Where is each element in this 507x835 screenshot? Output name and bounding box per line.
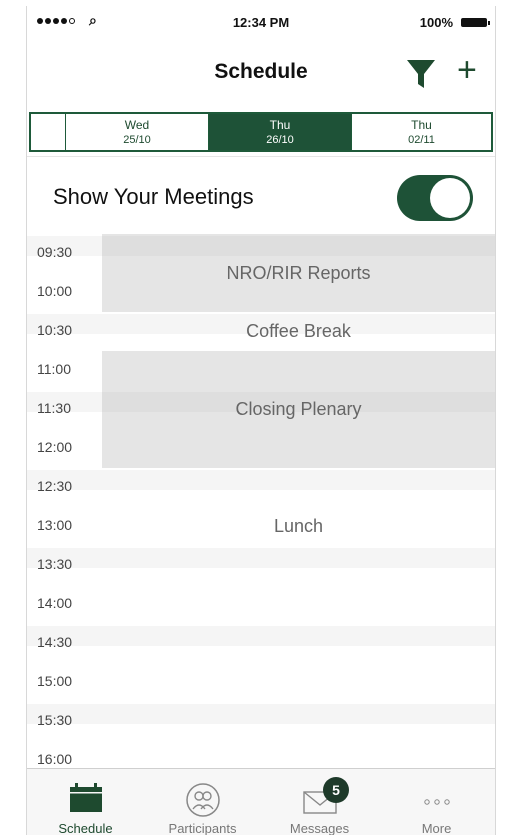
date-tab-2[interactable]: Thu 26/10: [209, 114, 352, 150]
time-label: 10:00: [37, 283, 73, 299]
navigation-bar: Schedule +: [27, 36, 495, 116]
more-icon: [423, 799, 450, 805]
status-bar: ⌕ 12:34 PM 100%: [27, 6, 495, 36]
battery-icon: [461, 18, 490, 27]
calendar-icon: [69, 783, 102, 812]
tab-schedule[interactable]: Schedule: [27, 769, 144, 835]
time-label: 13:30: [37, 556, 73, 572]
date-selector: Wed 25/10 Thu 26/10 Thu 02/11: [29, 112, 493, 152]
date-day: Thu: [269, 118, 291, 132]
event-title: Closing Plenary: [235, 399, 362, 419]
time-slot-row: [27, 704, 495, 724]
participants-icon: [185, 783, 220, 817]
tab-label: Participants: [168, 821, 237, 835]
time-label: 11:00: [37, 361, 71, 377]
phone-screen: ⌕ 12:34 PM 100% Schedule + Wed 25/10 Thu…: [26, 6, 496, 835]
show-meetings-label: Show Your Meetings: [53, 184, 254, 209]
time-label: 10:30: [37, 322, 73, 338]
show-meetings-toggle[interactable]: [397, 175, 473, 221]
date-value: 02/11: [408, 134, 435, 146]
date-value: 26/10: [266, 134, 294, 146]
time-label: 13:00: [37, 517, 73, 533]
toggle-knob: [430, 178, 470, 218]
filter-icon[interactable]: [406, 58, 436, 90]
time-label: 16:00: [37, 751, 73, 767]
time-label: 15:00: [37, 673, 73, 689]
show-meetings-row: Show Your Meetings: [27, 156, 495, 235]
time-slot-row: [27, 626, 495, 646]
event-block[interactable]: Closing Plenary: [102, 351, 495, 468]
tab-bar: Schedule Participants 5 Messages More: [27, 768, 495, 835]
date-tab-1[interactable]: Wed 25/10: [66, 114, 209, 150]
time-label: 15:30: [37, 712, 73, 728]
time-slot-row: [27, 743, 495, 763]
date-day: Thu: [411, 118, 432, 132]
date-tab-3[interactable]: Thu 02/11: [352, 114, 491, 150]
date-day: Wed: [124, 118, 150, 132]
time-label: 14:00: [37, 595, 73, 611]
date-value: 25/10: [123, 134, 151, 146]
tab-participants[interactable]: Participants: [144, 769, 261, 835]
battery-percent: 100%: [419, 15, 453, 30]
event-title: Lunch: [273, 516, 324, 536]
event-block[interactable]: NRO/RIR Reports: [102, 234, 495, 312]
add-icon[interactable]: +: [457, 50, 477, 90]
schedule-grid: 09:30 10:00 10:30 11:00 11:30 12:00 12:30 13:00…: [27, 234, 495, 768]
time-label: 12:30: [37, 478, 73, 494]
time-label: 09:30: [37, 244, 73, 260]
tab-label: Schedule: [58, 821, 113, 835]
event-block[interactable]: Coffee Break: [102, 312, 495, 351]
event-title: Coffee Break: [246, 321, 351, 341]
time-slot-row: [27, 665, 495, 685]
messages-badge: 5: [323, 777, 349, 803]
event-title: NRO/RIR Reports: [226, 262, 371, 283]
time-label: 11:30: [37, 400, 71, 416]
date-prev-stub[interactable]: [31, 114, 66, 150]
time-label: 12:00: [37, 439, 73, 455]
tab-label: Messages: [289, 821, 350, 835]
time-slot-row: [27, 587, 495, 607]
time-label: 14:30: [37, 634, 73, 650]
tab-label: More: [421, 821, 452, 835]
tab-messages[interactable]: 5 Messages: [261, 769, 378, 835]
event-block[interactable]: Lunch: [102, 468, 495, 585]
tab-more[interactable]: More: [378, 769, 495, 835]
